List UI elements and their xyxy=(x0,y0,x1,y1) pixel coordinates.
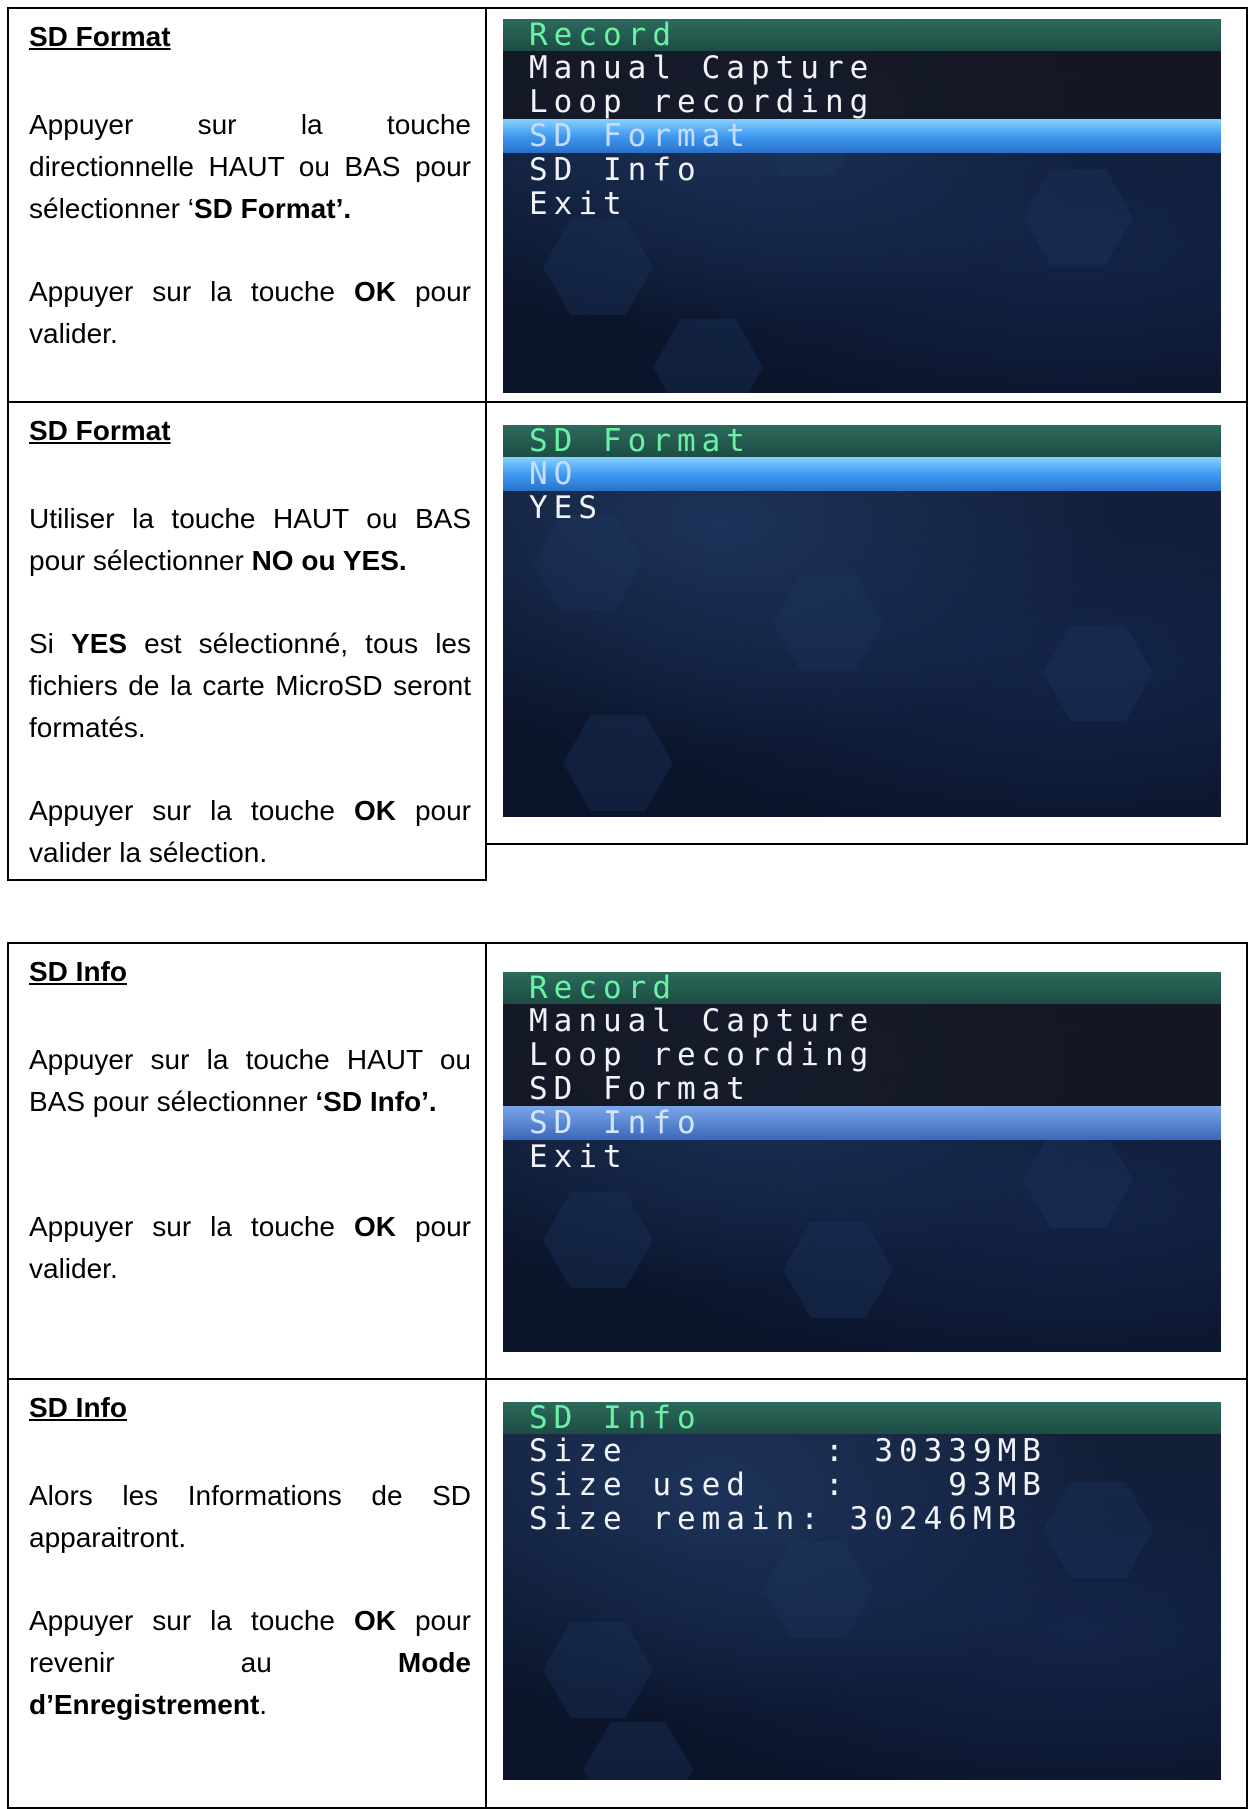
instruction-paragraph-ok: Appuyer sur la touche OK pour valider la… xyxy=(29,795,471,868)
instruction-paragraph: Appuyer sur la touche directionnelle HAU… xyxy=(29,109,471,224)
instruction-paragraph-ok: Appuyer sur la touche OK pour valider. xyxy=(29,1211,471,1284)
document-page: { "sections": [ { "heading": "SD Format"… xyxy=(0,0,1250,1809)
osd-item-sd-format-selected[interactable]: SD Format xyxy=(503,119,1221,153)
osd-menu-title: Record xyxy=(503,972,1221,1004)
osd-item-manual-capture[interactable]: Manual Capture xyxy=(503,1004,1221,1038)
osd-menu-title: Record xyxy=(503,19,1221,51)
osd-item-no-selected[interactable]: NO xyxy=(503,457,1221,491)
instruction-cell: SD Format Utiliser la touche HAUT ou BAS… xyxy=(7,401,487,881)
osd-item-exit[interactable]: Exit xyxy=(503,1140,1221,1174)
instruction-cell: SD Format Appuyer sur la touche directio… xyxy=(7,7,487,403)
screenshot-cell: SD Info Size : 30339MB Size used : 93MB … xyxy=(485,1378,1248,1809)
osd-menu-list: Manual Capture Loop recording SD Format … xyxy=(503,51,1221,221)
osd-screen-sd-info: SD Info Size : 30339MB Size used : 93MB … xyxy=(503,1402,1221,1780)
osd-info-size: Size : 30339MB xyxy=(529,1433,1047,1469)
screenshot-cell: Record Manual Capture Loop recording SD … xyxy=(485,7,1248,403)
screenshot-cell: Record Manual Capture Loop recording SD … xyxy=(485,942,1248,1380)
section-heading: SD Format xyxy=(29,415,171,446)
osd-screen-sd-format: SD Format NO YES xyxy=(503,425,1221,817)
row-sd-info-display: SD Info Alors les Informations de SD app… xyxy=(7,1378,1248,1809)
osd-menu-list: NO YES xyxy=(503,457,1221,525)
row-sd-format-select: SD Format Appuyer sur la touche directio… xyxy=(7,7,1248,403)
osd-item-loop-recording[interactable]: Loop recording xyxy=(503,85,1221,119)
osd-menu-title: SD Format xyxy=(503,425,1221,457)
screenshot-cell: SD Format NO YES xyxy=(485,401,1248,845)
osd-item-exit[interactable]: Exit xyxy=(503,187,1221,221)
section-heading: SD Info xyxy=(29,956,127,987)
osd-info-size-used: Size used : 93MB xyxy=(529,1467,1047,1503)
section-heading: SD Format xyxy=(29,21,171,52)
osd-item-sd-format[interactable]: SD Format xyxy=(503,1072,1221,1106)
row-sd-info-select: SD Info Appuyer sur la touche HAUT ou BA… xyxy=(7,942,1248,1380)
osd-menu-title: SD Info xyxy=(503,1402,1221,1434)
osd-screen-record-menu: Record Manual Capture Loop recording SD … xyxy=(503,19,1221,393)
osd-menu-list: Manual Capture Loop recording SD Format … xyxy=(503,1004,1221,1174)
osd-info-list: Size : 30339MB Size used : 93MB Size rem… xyxy=(503,1434,1221,1536)
instruction-paragraph-ok: Appuyer sur la touche OK pour revenir au… xyxy=(29,1605,471,1720)
osd-item-sd-info[interactable]: SD Info xyxy=(503,153,1221,187)
instruction-cell: SD Info Appuyer sur la touche HAUT ou BA… xyxy=(7,942,487,1380)
osd-item-sd-info-selected[interactable]: SD Info xyxy=(503,1106,1221,1140)
instruction-paragraph: Alors les Informations de SD apparaitron… xyxy=(29,1480,471,1553)
instruction-cell: SD Info Alors les Informations de SD app… xyxy=(7,1378,487,1809)
instruction-paragraph-ok: Appuyer sur la touche OK pour valider. xyxy=(29,276,471,349)
osd-item-loop-recording[interactable]: Loop recording xyxy=(503,1038,1221,1072)
osd-info-size-remain: Size remain: 30246MB xyxy=(529,1501,1023,1537)
instruction-paragraph: Appuyer sur la touche HAUT ou BAS pour s… xyxy=(29,1044,471,1117)
osd-item-manual-capture[interactable]: Manual Capture xyxy=(503,51,1221,85)
osd-screen-record-menu-info: Record Manual Capture Loop recording SD … xyxy=(503,972,1221,1352)
osd-item-yes[interactable]: YES xyxy=(503,491,1221,525)
instruction-paragraph: Utiliser la touche HAUT ou BAS pour séle… xyxy=(29,503,471,576)
row-sd-format-confirm: SD Format Utiliser la touche HAUT ou BAS… xyxy=(7,401,1248,881)
instruction-paragraph-warning: Si YES est sélectionné, tous les fichier… xyxy=(29,628,471,743)
section-heading: SD Info xyxy=(29,1392,127,1423)
